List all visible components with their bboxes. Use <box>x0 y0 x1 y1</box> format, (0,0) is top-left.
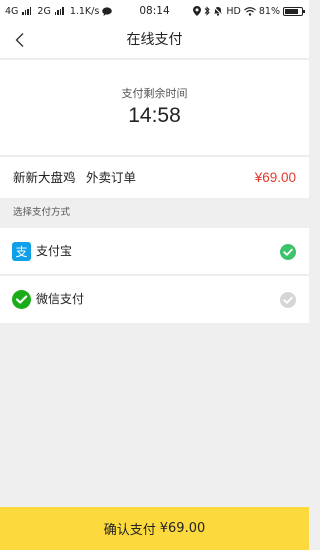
order-summary-row: 新新大盘鸡 外卖订单 ¥69.00 <box>0 157 309 198</box>
battery-icon <box>283 6 305 16</box>
page-title: 在线支付 <box>126 32 183 48</box>
confirm-pay-button[interactable]: 确认支付 ¥69.00 <box>0 507 309 550</box>
bluetooth-icon <box>205 6 211 16</box>
wechat-pay-icon <box>12 290 31 309</box>
confirm-pay-amount: ¥69.00 <box>159 521 206 536</box>
alipay-icon: 支 <box>12 242 31 261</box>
signal-icon-2 <box>54 7 64 15</box>
signal-icon <box>22 7 32 15</box>
countdown-panel: 支付剩余时间 14:58 <box>0 60 309 156</box>
payment-option-label: 微信支付 <box>36 292 85 306</box>
order-price: ¥69.00 <box>254 170 296 185</box>
network-label-1: 4G <box>5 5 19 17</box>
nav-bar: 在线支付 <box>0 22 309 59</box>
battery-percent: 81% <box>258 5 280 17</box>
check-unselected-icon[interactable] <box>280 292 296 308</box>
status-bar: 4G 2G 1.1K/s 08:14 HD 81% <box>0 0 309 22</box>
countdown-label: 支付剩余时间 <box>121 87 188 100</box>
location-icon <box>193 6 202 16</box>
svg-text:支: 支 <box>15 245 27 259</box>
payment-option-alipay[interactable]: 支 支付宝 <box>0 228 309 275</box>
wifi-icon <box>243 6 256 16</box>
payment-option-wechat[interactable]: 微信支付 <box>0 276 309 323</box>
countdown-value: 14:58 <box>128 104 181 127</box>
order-type: 外卖订单 <box>86 170 137 185</box>
alarm-icon <box>213 6 223 16</box>
confirm-pay-label: 确认支付 <box>103 523 156 538</box>
payment-method-header: 选择支付方式 <box>0 198 309 228</box>
status-bar-right: HD 81% <box>193 5 305 17</box>
battery-fill <box>285 8 298 14</box>
check-selected-icon[interactable] <box>280 244 296 260</box>
message-bubble-icon <box>102 6 113 16</box>
network-label-2: 2G <box>37 5 51 17</box>
network-speed: 1.1K/s <box>69 5 100 17</box>
hd-label: HD <box>226 5 241 17</box>
shop-name: 新新大盘鸡 <box>13 170 76 185</box>
status-bar-left: 4G 2G 1.1K/s <box>5 5 113 17</box>
payment-option-label: 支付宝 <box>36 244 73 258</box>
